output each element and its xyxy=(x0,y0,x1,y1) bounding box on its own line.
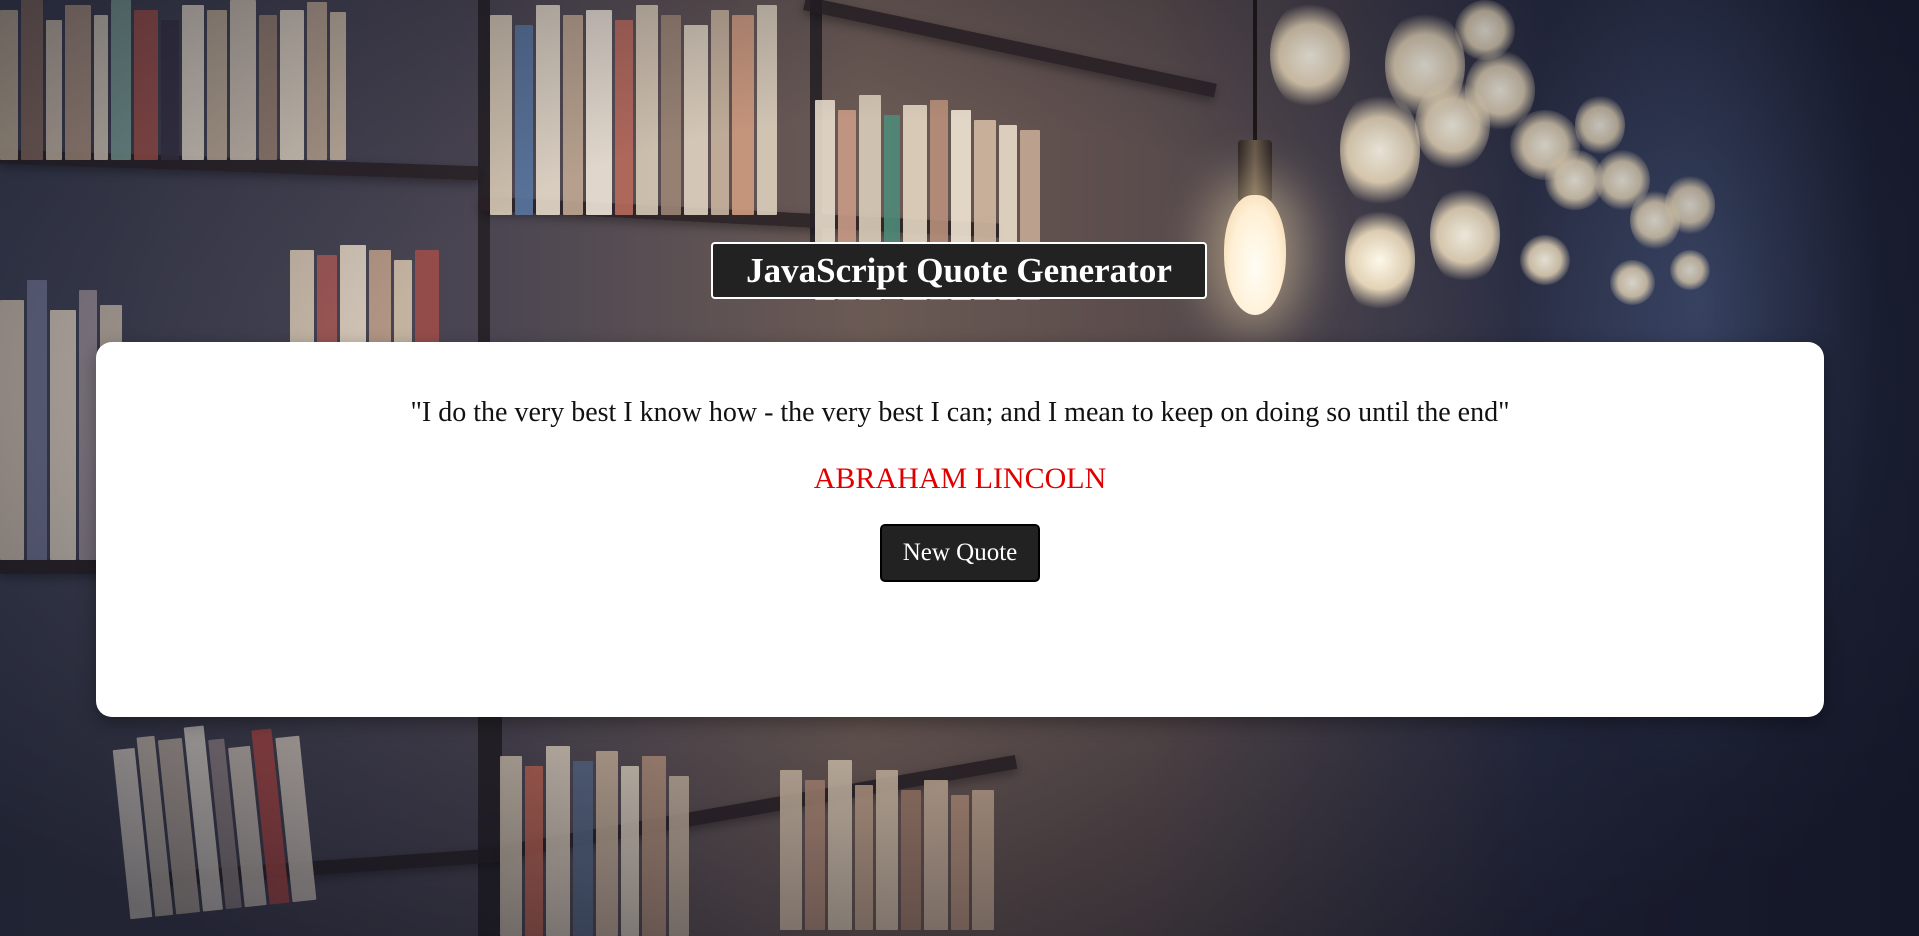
quote-container: "I do the very best I know how - the ver… xyxy=(96,342,1824,717)
page-title: JavaScript Quote Generator xyxy=(711,242,1207,299)
new-quote-button[interactable]: New Quote xyxy=(880,524,1040,582)
quote-author: ABRAHAM LINCOLN xyxy=(813,462,1107,495)
quote-text: "I do the very best I know how - the ver… xyxy=(410,397,1510,428)
